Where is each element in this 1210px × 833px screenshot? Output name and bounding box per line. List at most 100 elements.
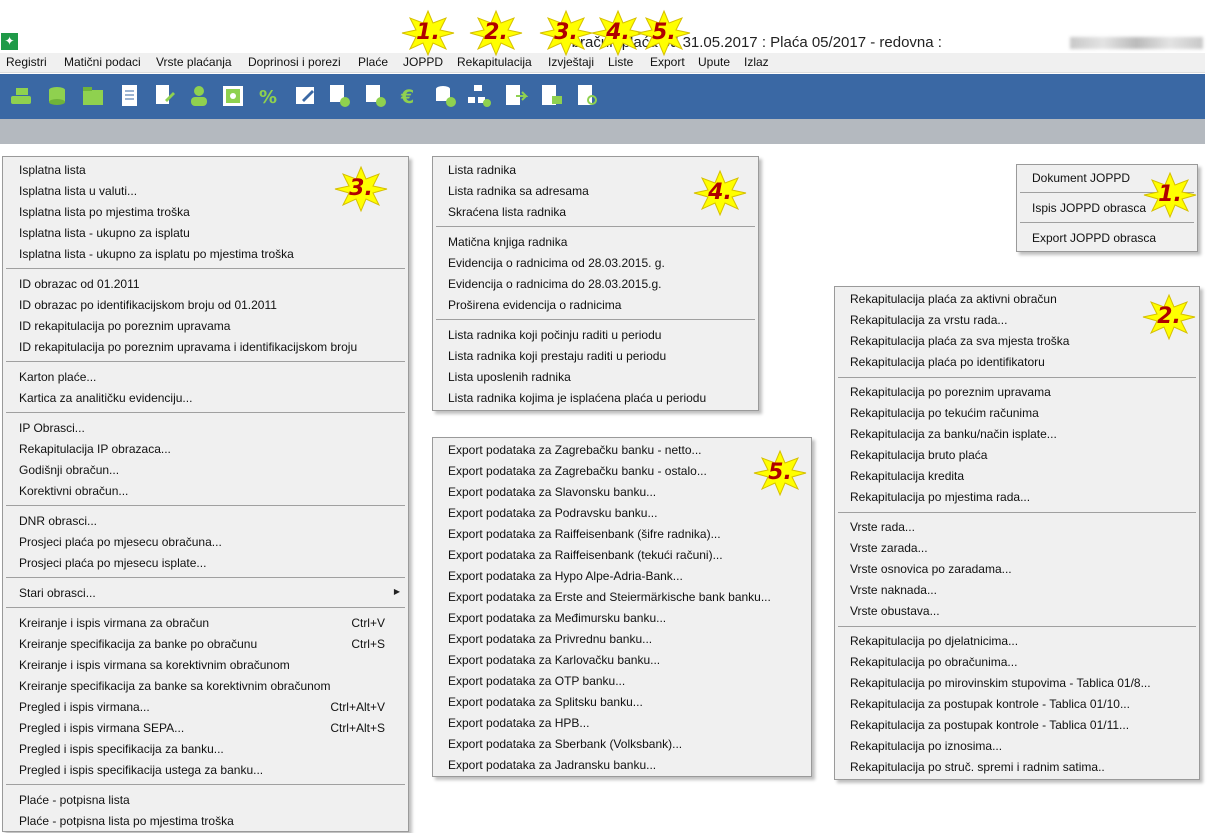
izvjestaji-item-pregled-i-ispis-virmana[interactable]: Pregled i ispis virmana... Ctrl+Alt+V	[3, 697, 408, 718]
export-item-export-podataka-za-hypo-alpe-adria-bank[interactable]: Export podataka za Hypo Alpe-Adria-Bank.…	[433, 566, 811, 587]
liste-item-lista-radnika-kojima-je-isplacena-placa-u-period[interactable]: Lista radnika kojima je isplaćena plaća …	[433, 388, 758, 409]
export-item-export-podataka-za-privrednu-banku[interactable]: Export podataka za Privrednu banku...	[433, 629, 811, 650]
rekapitulacija-item-vrste-naknada[interactable]: Vrste naknada...	[835, 580, 1199, 601]
coins-icon[interactable]	[44, 82, 70, 110]
izvjestaji-item-place-potpisna-lista[interactable]: Plaće - potpisna lista	[3, 790, 408, 811]
rekapitulacija-item-rekapitulacija-kredita[interactable]: Rekapitulacija kredita	[835, 466, 1199, 487]
menu-joppd[interactable]: JOPPD	[401, 55, 445, 69]
rekapitulacija-item-rekapitulacija-po-struc-spremi-i-radnim-satima[interactable]: Rekapitulacija po struč. spremi i radnim…	[835, 757, 1199, 778]
izvjestaji-item-karton-place[interactable]: Karton plaće...	[3, 367, 408, 388]
liste-item-prosirena-evidencija-o-radnicima[interactable]: Proširena evidencija o radnicima	[433, 295, 758, 316]
rekapitulacija-item-rekapitulacija-po-obracunima[interactable]: Rekapitulacija po obračunima...	[835, 652, 1199, 673]
rekapitulacija-item-rekapitulacija-za-banku-nacin-isplate[interactable]: Rekapitulacija za banku/način isplate...	[835, 424, 1199, 445]
rekapitulacija-item-vrste-osnovica-po-zaradama[interactable]: Vrste osnovica po zaradama...	[835, 559, 1199, 580]
rekapitulacija-item-rekapitulacija-za-postupak-kontrole-tablica-01-1[interactable]: Rekapitulacija za postupak kontrole - Ta…	[835, 715, 1199, 736]
izvjestaji-item-rekapitulacija-ip-obrazaca[interactable]: Rekapitulacija IP obrazaca...	[3, 439, 408, 460]
liste-item-lista-radnika-koji-pocinju-raditi-u-periodu[interactable]: Lista radnika koji počinju raditi u peri…	[433, 325, 758, 346]
izvjestaji-item-id-rekapitulacija-po-poreznim-upravama-i-identif[interactable]: ID rekapitulacija po poreznim upravama i…	[3, 337, 408, 358]
izvjestaji-item-korektivni-obracun[interactable]: Korektivni obračun...	[3, 481, 408, 502]
menu-maticni-podaci[interactable]: Matični podaci	[62, 55, 143, 69]
izvjestaji-item-prosjeci-placa-po-mjesecu-isplate[interactable]: Prosjeci plaća po mjesecu isplate...	[3, 553, 408, 574]
rekapitulacija-item-rekapitulacija-placa-po-identifikatoru[interactable]: Rekapitulacija plaća po identifikatoru	[835, 352, 1199, 373]
izvjestaji-item-isplatna-lista-ukupno-za-isplatu[interactable]: Isplatna lista - ukupno za isplatu	[3, 223, 408, 244]
export-item-export-podataka-za-hpb[interactable]: Export podataka za HPB...	[433, 713, 811, 734]
menu-rekapitulacija[interactable]: Rekapitulacija	[455, 55, 534, 69]
menu-vrste-placanja[interactable]: Vrste plaćanja	[154, 55, 234, 69]
export-item-export-podataka-za-karlovacku-banku[interactable]: Export podataka za Karlovačku banku...	[433, 650, 811, 671]
export-item-export-podataka-za-raiffeisenbank-tekuci-racuni[interactable]: Export podataka za Raiffeisenbank (tekuć…	[433, 545, 811, 566]
rekapitulacija-item-label: Vrste osnovica po zaradama...	[850, 562, 1012, 576]
rekapitulacija-item-rekapitulacija-po-tekucim-racunima[interactable]: Rekapitulacija po tekućim računima	[835, 403, 1199, 424]
euro-icon[interactable]: €	[397, 82, 423, 110]
menu-izlaz[interactable]: Izlaz	[742, 55, 771, 69]
liste-item-maticna-knjiga-radnika[interactable]: Matična knjiga radnika	[433, 232, 758, 253]
export-item-export-podataka-za-sberbank-volksbank[interactable]: Export podataka za Sberbank (Volksbank).…	[433, 734, 811, 755]
liste-item-lista-uposlenih-radnika[interactable]: Lista uposlenih radnika	[433, 367, 758, 388]
rekapitulacija-item-rekapitulacija-po-mjestima-rada[interactable]: Rekapitulacija po mjestima rada...	[835, 487, 1199, 508]
izvjestaji-item-ip-obrasci[interactable]: IP Obrasci...	[3, 418, 408, 439]
izvjestaji-item-id-obrazac-po-identifikacijskom-broju-od-01-2011[interactable]: ID obrazac po identifikacijskom broju od…	[3, 295, 408, 316]
menu-place[interactable]: Plaće	[356, 55, 390, 69]
izvjestaji-item-pregled-i-ispis-specifikacija-za-banku[interactable]: Pregled i ispis specifikacija za banku..…	[3, 739, 408, 760]
menu-izvjestaji[interactable]: Izvještaji	[546, 55, 596, 69]
form-edit-icon[interactable]	[292, 82, 318, 110]
rekapitulacija-item-rekapitulacija-bruto-placa[interactable]: Rekapitulacija bruto plaća	[835, 445, 1199, 466]
izvjestaji-item-isplatna-lista-ukupno-za-isplatu-po-mjestima-tro[interactable]: Isplatna lista - ukupno za isplatu po mj…	[3, 244, 408, 265]
safe-icon[interactable]	[220, 82, 246, 110]
menu-export[interactable]: Export	[648, 55, 687, 69]
document-transfer-icon[interactable]	[538, 82, 564, 110]
percent-icon[interactable]: %	[256, 82, 282, 110]
izvjestaji-item-godisnji-obracun[interactable]: Godišnji obračun...	[3, 460, 408, 481]
document-search-icon[interactable]	[574, 82, 600, 110]
folder-icon[interactable]	[80, 82, 106, 110]
export-item-export-podataka-za-me-imursku-banku[interactable]: Export podataka za Međimursku banku...	[433, 608, 811, 629]
database-settings-icon[interactable]	[432, 82, 458, 110]
menu-separator	[6, 784, 405, 785]
izvjestaji-item-kreiranje-i-ispis-virmana-za-obracun[interactable]: Kreiranje i ispis virmana za obračun Ctrl…	[3, 613, 408, 634]
izvjestaji-item-kreiranje-specifikacija-za-banke-po-obracunu[interactable]: Kreiranje specifikacija za banke po obra…	[3, 634, 408, 655]
document-edit-icon[interactable]	[151, 82, 177, 110]
rekapitulacija-item-rekapitulacija-po-iznosima[interactable]: Rekapitulacija po iznosima...	[835, 736, 1199, 757]
person-icon[interactable]	[186, 82, 212, 110]
rekapitulacija-item-vrste-obustava[interactable]: Vrste obustava...	[835, 601, 1199, 622]
app-icon[interactable]: ✦	[1, 33, 18, 50]
izvjestaji-item-stari-obrasci[interactable]: Stari obrasci...	[3, 583, 408, 604]
menu-registri[interactable]: Registri	[4, 55, 49, 69]
export-item-export-podataka-za-splitsku-banku[interactable]: Export podataka za Splitsku banku...	[433, 692, 811, 713]
export-item-export-podataka-za-erste-and-steiermarkische-ban[interactable]: Export podataka za Erste and Steiermärki…	[433, 587, 811, 608]
liste-item-label: Lista radnika kojima je isplaćena plaća …	[448, 391, 707, 405]
org-chart-settings-icon[interactable]	[466, 82, 492, 110]
liste-item-evidencija-o-radnicima-od-28-03-2015-g[interactable]: Evidencija o radnicima od 28.03.2015. g.	[433, 253, 758, 274]
liste-item-evidencija-o-radnicima-do-28-03-2015-g[interactable]: Evidencija o radnicima do 28.03.2015.g.	[433, 274, 758, 295]
rekapitulacija-item-vrste-zarada[interactable]: Vrste zarada...	[835, 538, 1199, 559]
export-item-export-podataka-za-raiffeisenbank-sifre-radnika[interactable]: Export podataka za Raiffeisenbank (šifre…	[433, 524, 811, 545]
izvjestaji-item-pregled-i-ispis-specifikacija-ustega-za-banku[interactable]: Pregled i ispis specifikacija ustega za …	[3, 760, 408, 781]
rekapitulacija-item-rekapitulacija-po-poreznim-upravama[interactable]: Rekapitulacija po poreznim upravama	[835, 382, 1199, 403]
hand-money-icon[interactable]	[8, 82, 34, 110]
menu-doprinosi-porezi[interactable]: Doprinosi i porezi	[246, 55, 343, 69]
rekapitulacija-item-rekapitulacija-po-djelatnicima[interactable]: Rekapitulacija po djelatnicima...	[835, 631, 1199, 652]
izvjestaji-item-id-obrazac-od-01-2011[interactable]: ID obrazac od 01.2011	[3, 274, 408, 295]
izvjestaji-item-id-rekapitulacija-po-poreznim-upravama[interactable]: ID rekapitulacija po poreznim upravama	[3, 316, 408, 337]
rekapitulacija-item-rekapitulacija-za-postupak-kontrole-tablica-01-1[interactable]: Rekapitulacija za postupak kontrole - Ta…	[835, 694, 1199, 715]
izvjestaji-item-dnr-obrasci[interactable]: DNR obrasci...	[3, 511, 408, 532]
list-settings-icon[interactable]	[362, 82, 388, 110]
export-item-export-podataka-za-otp-banku[interactable]: Export podataka za OTP banku...	[433, 671, 811, 692]
izvjestaji-item-place-potpisna-lista-po-mjestima-troska[interactable]: Plaće - potpisna lista po mjestima trošk…	[3, 811, 408, 832]
izvjestaji-item-pregled-i-ispis-virmana-sepa[interactable]: Pregled i ispis virmana SEPA... Ctrl+Alt+…	[3, 718, 408, 739]
document-icon[interactable]	[116, 82, 142, 110]
menu-upute[interactable]: Upute	[696, 55, 732, 69]
form-settings-icon[interactable]	[326, 82, 352, 110]
izvjestaji-item-kreiranje-specifikacija-za-banke-sa-korektivnim-[interactable]: Kreiranje specifikacija za banke sa kore…	[3, 676, 408, 697]
export-item-export-podataka-za-jadransku-banku[interactable]: Export podataka za Jadransku banku...	[433, 755, 811, 776]
izvjestaji-item-kreiranje-i-ispis-virmana-sa-korektivnim-obracun[interactable]: Kreiranje i ispis virmana sa korektivnim…	[3, 655, 408, 676]
joppd-item-export-joppd-obrasca[interactable]: Export JOPPD obrasca	[1017, 228, 1197, 249]
rekapitulacija-item-rekapitulacija-po-mirovinskim-stupovima-tablica-[interactable]: Rekapitulacija po mirovinskim stupovima …	[835, 673, 1199, 694]
menu-liste[interactable]: Liste	[606, 55, 635, 69]
izvjestaji-item-kartica-za-analiticku-evidenciju[interactable]: Kartica za analitičku evidenciju...	[3, 388, 408, 409]
export-item-export-podataka-za-podravsku-banku[interactable]: Export podataka za Podravsku banku...	[433, 503, 811, 524]
izvjestaji-item-prosjeci-placa-po-mjesecu-obracuna[interactable]: Prosjeci plaća po mjesecu obračuna...	[3, 532, 408, 553]
export-document-icon[interactable]	[502, 82, 529, 110]
liste-item-lista-radnika-koji-prestaju-raditi-u-periodu[interactable]: Lista radnika koji prestaju raditi u per…	[433, 346, 758, 367]
rekapitulacija-item-vrste-rada[interactable]: Vrste rada...	[835, 517, 1199, 538]
